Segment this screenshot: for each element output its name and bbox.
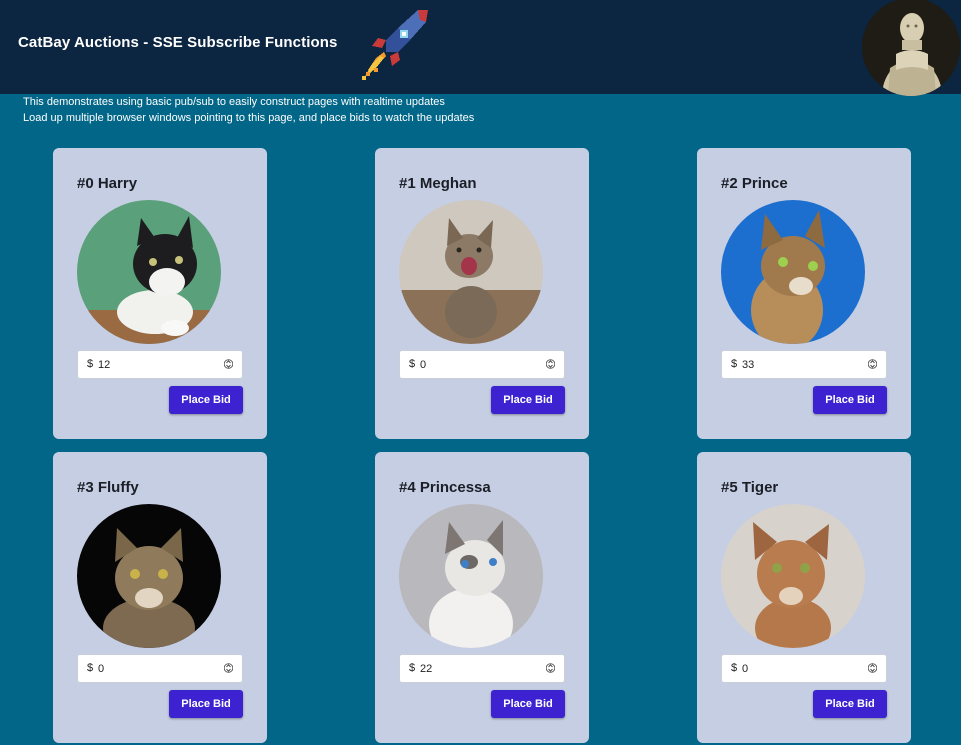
place-bid-button[interactable]: Place Bid xyxy=(169,690,243,718)
cat-card-4: #4 Princessa $ Place Bid xyxy=(375,452,589,743)
bid-amount-input[interactable] xyxy=(98,354,218,375)
number-stepper-icon[interactable] xyxy=(868,357,877,371)
bid-amount-field: $ xyxy=(77,350,243,379)
cat-card-3: #3 Fluffy $ Place Bid xyxy=(53,452,267,743)
cat-photo xyxy=(77,200,221,344)
bid-amount-field: $ xyxy=(399,350,565,379)
bid-amount-input[interactable] xyxy=(98,658,218,679)
app-title: CatBay Auctions - SSE Subscribe Function… xyxy=(18,34,338,51)
bid-amount-field: $ xyxy=(721,350,887,379)
cat-card-1: #1 Meghan $ Place Bid xyxy=(375,148,589,439)
cat-name: #5 Tiger xyxy=(721,479,779,496)
cat-name: #2 Prince xyxy=(721,175,788,192)
place-bid-button[interactable]: Place Bid xyxy=(169,386,243,414)
cat-name: #0 Harry xyxy=(77,175,138,192)
user-avatar[interactable] xyxy=(862,0,960,96)
intro-line-1: This demonstrates using basic pub/sub to… xyxy=(23,96,445,108)
currency-symbol: $ xyxy=(731,358,738,370)
number-stepper-icon[interactable] xyxy=(868,661,877,675)
intro-text: This demonstrates using basic pub/sub to… xyxy=(23,95,474,126)
bid-amount-input[interactable] xyxy=(742,658,862,679)
currency-symbol: $ xyxy=(731,662,738,674)
number-stepper-icon[interactable] xyxy=(546,357,555,371)
cat-name: #4 Princessa xyxy=(399,479,491,496)
bid-amount-input[interactable] xyxy=(420,354,540,375)
number-stepper-icon[interactable] xyxy=(224,661,233,675)
bid-amount-input[interactable] xyxy=(420,658,540,679)
app-header: CatBay Auctions - SSE Subscribe Function… xyxy=(0,0,961,96)
number-stepper-icon[interactable] xyxy=(546,661,555,675)
place-bid-button[interactable]: Place Bid xyxy=(813,386,887,414)
rocket-icon xyxy=(362,10,428,80)
cat-photo xyxy=(399,504,543,648)
cat-photo xyxy=(721,504,865,648)
cat-name: #3 Fluffy xyxy=(77,479,139,496)
place-bid-button[interactable]: Place Bid xyxy=(491,386,565,414)
cat-photo xyxy=(77,504,221,648)
cat-photo xyxy=(399,200,543,344)
currency-symbol: $ xyxy=(409,662,416,674)
currency-symbol: $ xyxy=(87,358,94,370)
cat-card-0: #0 Harry $ Place Bid xyxy=(53,148,267,439)
currency-symbol: $ xyxy=(409,358,416,370)
place-bid-button[interactable]: Place Bid xyxy=(491,690,565,718)
bid-amount-field: $ xyxy=(77,654,243,683)
cat-name: #1 Meghan xyxy=(399,175,477,192)
cat-card-5: #5 Tiger $ Place Bid xyxy=(697,452,911,743)
currency-symbol: $ xyxy=(87,662,94,674)
number-stepper-icon[interactable] xyxy=(224,357,233,371)
cat-photo xyxy=(721,200,865,344)
intro-line-2: Load up multiple browser windows pointin… xyxy=(23,111,475,124)
bid-amount-input[interactable] xyxy=(742,354,862,375)
bid-amount-field: $ xyxy=(399,654,565,683)
place-bid-button[interactable]: Place Bid xyxy=(813,690,887,718)
cat-card-2: #2 Prince $ Place Bid xyxy=(697,148,911,439)
bid-amount-field: $ xyxy=(721,654,887,683)
